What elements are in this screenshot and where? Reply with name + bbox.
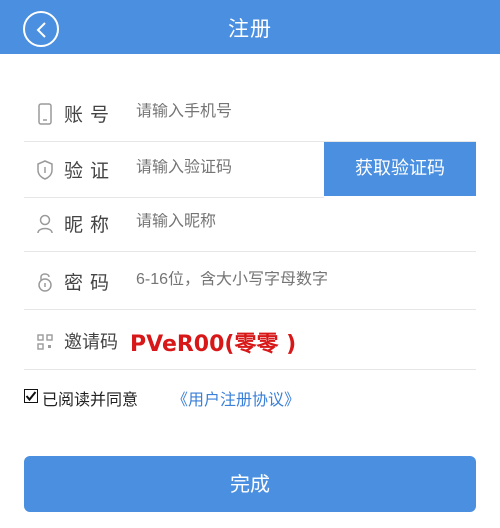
nickname-label: 昵称 [64, 214, 117, 236]
user-icon [37, 214, 53, 234]
account-input[interactable] [136, 103, 426, 121]
done-button[interactable]: 完成 [24, 456, 476, 512]
account-row: 账号 [24, 86, 476, 142]
invite-row: 邀请码 PVeR00(零零 ) [24, 314, 476, 370]
account-label: 账号 [64, 104, 117, 126]
qr-icon [37, 334, 53, 350]
get-code-button[interactable]: 获取验证码 [324, 142, 476, 196]
check-icon [25, 391, 37, 402]
app-header: 注册 [0, 0, 500, 54]
verify-code-input[interactable] [136, 159, 316, 177]
password-input[interactable] [136, 271, 426, 289]
nickname-row: 昵称 [24, 196, 476, 252]
password-row: 密码 [24, 254, 476, 310]
phone-icon [38, 103, 52, 125]
agreement-text: 已阅读并同意 [42, 390, 139, 409]
invite-label: 邀请码 [64, 332, 118, 353]
verify-row: 验证 [24, 142, 324, 198]
verify-label: 验证 [64, 160, 117, 182]
lock-icon [38, 273, 52, 292]
shield-icon [37, 160, 53, 180]
invite-code-value[interactable]: PVeR00(零零 ) [130, 326, 296, 358]
nickname-input[interactable] [136, 213, 426, 231]
password-label: 密码 [64, 272, 117, 294]
page-title: 注册 [228, 17, 272, 41]
user-agreement-link[interactable]: 《用户注册协议》 [172, 386, 300, 410]
agree-checkbox[interactable] [24, 389, 38, 403]
